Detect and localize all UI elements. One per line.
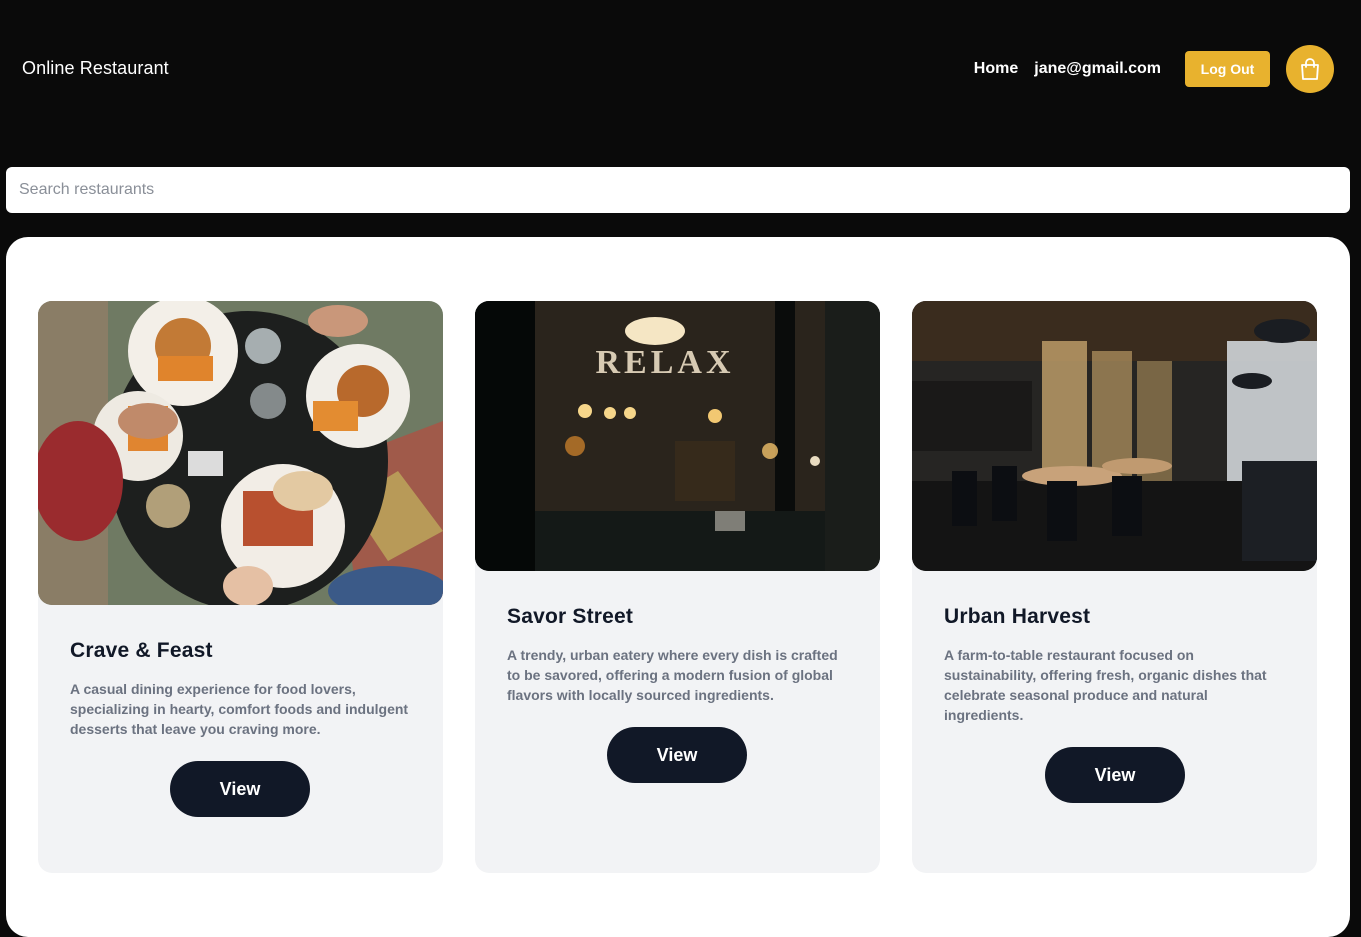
card-body: Savor Street A trendy, urban eatery wher… xyxy=(507,605,852,705)
view-button[interactable]: View xyxy=(607,727,747,783)
card-body: Urban Harvest A farm-to-table restaurant… xyxy=(944,605,1289,725)
user-email-link[interactable]: jane@gmail.com xyxy=(1034,60,1161,78)
view-button[interactable]: View xyxy=(1045,747,1185,803)
restaurant-description: A farm-to-table restaurant focused on su… xyxy=(944,647,1267,723)
restaurant-name: Savor Street xyxy=(507,605,634,628)
restaurant-image xyxy=(912,301,1317,571)
nav-home-link[interactable]: Home xyxy=(974,60,1018,78)
restaurant-description: A casual dining experience for food love… xyxy=(70,681,409,737)
relax-sign: RELAX xyxy=(595,344,734,381)
restaurant-card: Urban Harvest A farm-to-table restaurant… xyxy=(912,301,1317,873)
restaurant-description: A trendy, urban eatery where every dish … xyxy=(507,647,838,703)
restaurants-panel: Crave & Feast A casual dining experience… xyxy=(6,237,1350,937)
nav-links: Home jane@gmail.com Log Out xyxy=(974,45,1334,93)
shopping-bag-icon xyxy=(1301,58,1319,80)
restaurant-image: RELAX xyxy=(475,301,880,571)
restaurant-name: Urban Harvest xyxy=(944,605,1091,628)
cart-button[interactable] xyxy=(1286,45,1334,93)
view-button[interactable]: View xyxy=(170,761,310,817)
top-navbar: Online Restaurant Home jane@gmail.com Lo… xyxy=(0,0,1361,140)
restaurant-card: RELAX Savor Street A trendy, urban eater… xyxy=(475,301,880,873)
logout-button[interactable]: Log Out xyxy=(1185,51,1270,87)
restaurant-image xyxy=(38,301,443,605)
restaurant-card: Crave & Feast A casual dining experience… xyxy=(38,301,443,873)
restaurant-name: Crave & Feast xyxy=(70,639,213,662)
search-input[interactable] xyxy=(6,167,1350,213)
card-body: Crave & Feast A casual dining experience… xyxy=(70,639,415,739)
brand-title[interactable]: Online Restaurant xyxy=(22,58,169,79)
